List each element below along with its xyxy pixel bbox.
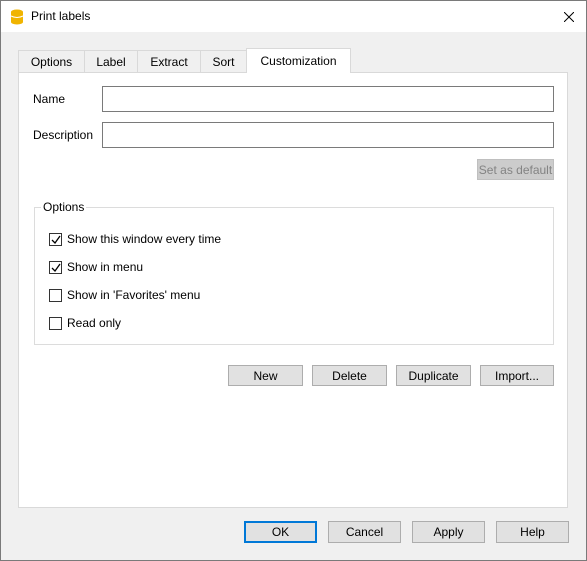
checkbox[interactable] [49,288,62,302]
options-group-title: Options [41,200,87,214]
tab-options[interactable]: Options [18,50,85,72]
option-show-in-favorites-menu[interactable]: Show in 'Favorites' menu [49,287,200,303]
checkbox[interactable] [49,260,62,274]
close-icon [564,11,574,22]
checkbox[interactable] [49,316,62,330]
option-read-only[interactable]: Read only [49,315,121,331]
check-icon [51,263,61,272]
print-labels-dialog: Print labels Options Label Extract Sort … [0,0,587,561]
tab-label: Options [30,54,73,69]
option-label: Read only [67,316,122,330]
delete-button[interactable]: Delete [312,365,387,386]
ok-button[interactable]: OK [244,521,317,543]
duplicate-button[interactable]: Duplicate [396,365,471,386]
customization-panel: Name Description Set as default Options … [18,72,568,508]
option-label: Show this window every time [67,232,222,246]
tab-label: Extract [150,54,188,69]
tab-label: Label [96,54,126,69]
tab-customization[interactable]: Customization [246,48,351,73]
close-button[interactable] [552,1,586,32]
description-field[interactable] [102,122,554,148]
new-button[interactable]: New [228,365,303,386]
tab-extract[interactable]: Extract [137,50,201,72]
option-label: Show in 'Favorites' menu [67,288,201,302]
import-button[interactable]: Import... [480,365,554,386]
tab-label: Customization [260,54,337,68]
tab-sort[interactable]: Sort [200,50,247,72]
description-label: Description [33,128,94,142]
tab-label: Sort [212,54,235,69]
option-show-window-every-time[interactable]: Show this window every time [49,231,221,247]
options-group: Options Show this window every time Show… [34,200,554,345]
option-show-in-menu[interactable]: Show in menu [49,259,143,275]
title-bar: Print labels [1,1,586,32]
apply-button[interactable]: Apply [412,521,485,543]
database-icon [10,9,24,25]
set-as-default-button[interactable]: Set as default [477,159,554,180]
window-title: Print labels [31,9,91,23]
cancel-button[interactable]: Cancel [328,521,401,543]
help-button[interactable]: Help [496,521,569,543]
check-icon [51,235,61,244]
name-label: Name [33,92,66,106]
name-field[interactable] [102,86,554,112]
checkbox[interactable] [49,232,62,246]
tab-label-settings[interactable]: Label [84,50,138,72]
option-label: Show in menu [67,260,144,274]
